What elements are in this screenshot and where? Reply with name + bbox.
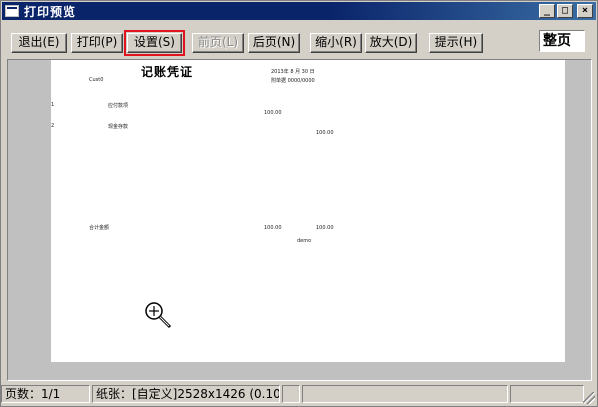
- attachment-count: 附单据 0000/0000: [271, 78, 315, 84]
- close-button[interactable]: ×: [577, 4, 593, 18]
- zoom-in-button[interactable]: 放大(D): [365, 33, 417, 53]
- preview-page: 记账凭证 2013年 8 月 30 日 Cust0 附单据 0000/0000 …: [51, 60, 565, 362]
- status-panel-3: [282, 385, 300, 403]
- hint-button[interactable]: 提示(H): [429, 33, 483, 53]
- prev-page-button[interactable]: 前页(L): [192, 33, 244, 53]
- total-credit: 100.00: [316, 225, 334, 231]
- total-label: 合计金额: [89, 225, 110, 231]
- window-controls: _ □ ×: [539, 4, 593, 18]
- row-1-amount: 100.00: [264, 110, 282, 116]
- voucher-date: 2013年 8 月 30 日: [271, 69, 315, 75]
- row-2-number: 2: [51, 123, 55, 129]
- customer-code: Cust0: [89, 77, 104, 83]
- paper-size-status: 纸张：[自定义]2528x1426 (0.100m: [92, 385, 280, 403]
- row-1-summary: 应付款项: [108, 103, 129, 109]
- preparer-name: demo: [297, 238, 312, 244]
- document-title: 记账凭证: [141, 65, 194, 79]
- minimize-button[interactable]: _: [539, 4, 555, 18]
- status-panel-5: [510, 385, 584, 403]
- row-1-number: 1: [51, 102, 55, 108]
- window-icon: [5, 5, 19, 17]
- settings-button[interactable]: 设置(S): [124, 30, 185, 56]
- page-count-status: 页数：1/1: [1, 385, 90, 403]
- maximize-button[interactable]: □: [557, 4, 573, 18]
- resize-grip[interactable]: [583, 392, 595, 404]
- print-preview-window: 打印预览 _ □ × 退出(E) 打印(P) 设置(S) 前页(L) 后页(N)…: [0, 0, 598, 407]
- title-bar[interactable]: 打印预览 _ □ ×: [2, 2, 596, 20]
- row-2-amount: 100.00: [316, 130, 334, 136]
- status-bar: 页数：1/1 纸张：[自定义]2528x1426 (0.100m: [1, 383, 597, 405]
- next-page-button[interactable]: 后页(N): [248, 33, 300, 53]
- total-debit: 100.00: [264, 225, 282, 231]
- print-button[interactable]: 打印(P): [71, 33, 123, 53]
- zoom-magnifier-icon: [145, 302, 172, 329]
- status-panel-4: [302, 385, 508, 403]
- zoom-out-button[interactable]: 缩小(R): [310, 33, 362, 53]
- row-2-summary: 现金存款: [108, 124, 129, 130]
- exit-button[interactable]: 退出(E): [11, 33, 67, 53]
- toolbar: 退出(E) 打印(P) 设置(S) 前页(L) 后页(N) 缩小(R) 放大(D…: [1, 21, 597, 59]
- page-mode-select[interactable]: 整页: [539, 30, 585, 52]
- window-title: 打印预览: [24, 4, 77, 19]
- preview-area[interactable]: 记账凭证 2013年 8 月 30 日 Cust0 附单据 0000/0000 …: [7, 59, 592, 381]
